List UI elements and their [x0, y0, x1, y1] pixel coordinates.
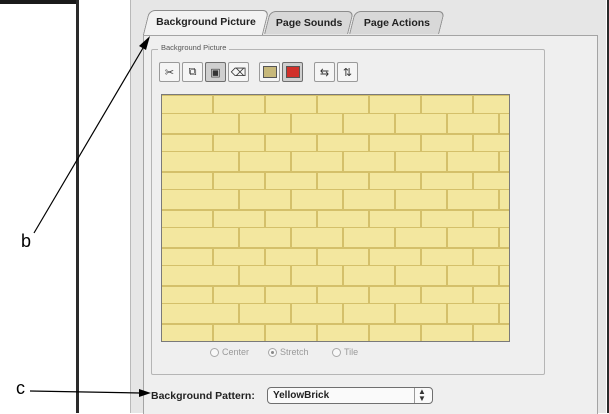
flip-vertical-button[interactable]: ⇅ — [337, 62, 358, 82]
pattern-value: YellowBrick — [273, 390, 330, 401]
background-pattern-row: Background Pattern: YellowBrick ▲ ▼ — [151, 386, 433, 406]
background-picture-group: Background Picture ✂ ⧉ ▣ ⌫ ⇆ ⇅ Center St… — [151, 43, 545, 375]
paste-button[interactable]: ▣ — [205, 62, 226, 82]
brick-row — [162, 304, 509, 325]
radio-label: Stretch — [280, 347, 309, 357]
color-swatch-icon — [285, 66, 300, 78]
radio-button[interactable] — [268, 347, 277, 357]
tab-background-picture[interactable]: Background Picture — [142, 10, 270, 35]
group-label: Background Picture — [158, 43, 230, 52]
color-swatch-button[interactable] — [282, 62, 303, 82]
brick-row — [162, 190, 509, 211]
copy-button[interactable]: ⧉ — [182, 62, 203, 82]
callout-arrow-c — [29, 390, 141, 394]
tab-page-sounds[interactable]: Page Sounds — [264, 11, 354, 34]
radio-label: Tile — [344, 347, 359, 357]
tab-page-actions[interactable]: Page Actions — [349, 11, 445, 34]
paste-icon: ▣ — [210, 66, 221, 79]
brick-row — [162, 152, 509, 173]
callout-label-c: c — [16, 378, 25, 398]
callout-label-b: b — [21, 231, 32, 251]
tab-content-pane: Background Picture ✂ ⧉ ▣ ⌫ ⇆ ⇅ Center St… — [143, 35, 598, 414]
background-preview-image — [161, 94, 510, 342]
copy-icon: ⧉ — [188, 65, 197, 78]
tab-label: Page Sounds — [275, 17, 343, 29]
cut-button[interactable]: ✂ — [159, 62, 180, 82]
select-arrows-icon: ▲ ▼ — [414, 388, 429, 403]
radio-label: Center — [222, 347, 250, 357]
brick-row — [162, 266, 509, 287]
page-properties-window: Background Picture Page Sounds Page Acti… — [130, 0, 606, 414]
flip-vertical-icon: ⇅ — [342, 66, 353, 79]
choose-image-button[interactable] — [259, 62, 280, 82]
flip-horizontal-button[interactable]: ⇆ — [314, 62, 335, 82]
cut-icon: ✂ — [164, 66, 175, 79]
brick-row — [162, 114, 509, 135]
pattern-label: Background Pattern: — [151, 390, 255, 402]
radio-center[interactable]: Center — [210, 347, 249, 357]
radio-button[interactable] — [332, 347, 341, 357]
tab-label: Page Actions — [363, 17, 430, 29]
figure-frame-left — [76, 0, 79, 413]
tab-label: Background Picture — [156, 16, 257, 28]
radio-button[interactable] — [210, 347, 219, 357]
clear-button[interactable]: ⌫ — [228, 62, 249, 82]
radio-tile[interactable]: Tile — [332, 347, 358, 357]
radio-stretch[interactable]: Stretch — [268, 347, 309, 357]
callout-arrow-b — [33, 47, 144, 234]
figure-frame-top — [0, 0, 76, 4]
pattern-select[interactable]: YellowBrick ▲ ▼ — [267, 387, 433, 404]
flip-horizontal-icon: ⇆ — [319, 66, 330, 79]
choose-image-icon — [262, 66, 277, 78]
clear-icon: ⌫ — [230, 66, 247, 79]
brick-row — [162, 228, 509, 249]
